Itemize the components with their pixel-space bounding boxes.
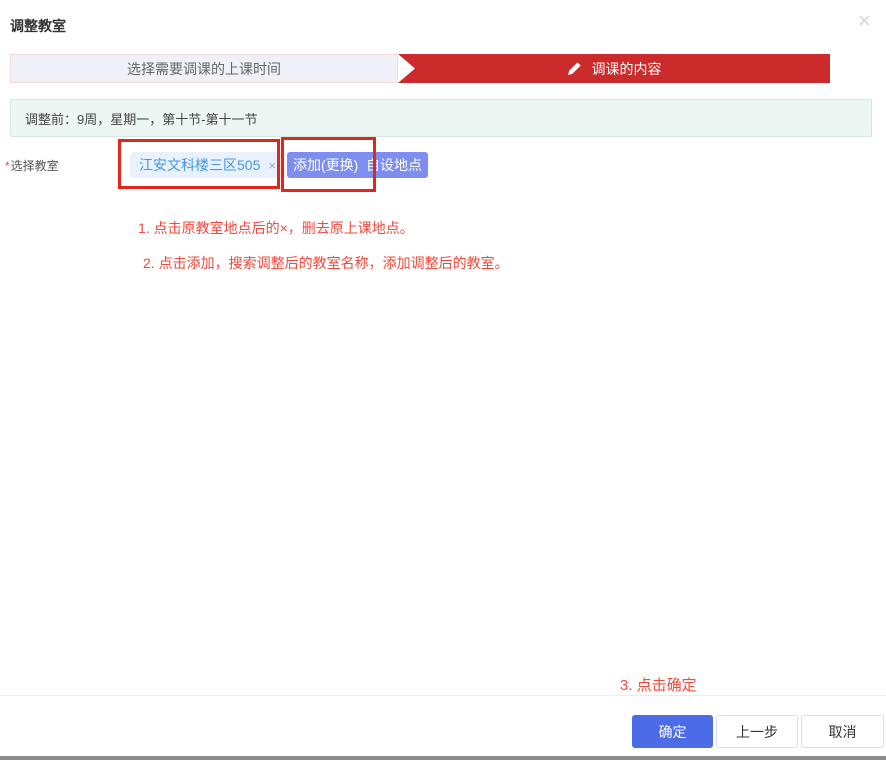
before-adjust-info-text: 调整前：9周，星期一，第十节-第十一节: [25, 109, 258, 128]
tag-remove-icon[interactable]: ×: [268, 158, 276, 173]
window-bottom-edge: [0, 756, 886, 760]
select-classroom-label-text: 选择教室: [11, 159, 59, 173]
adjust-classroom-dialog: 调整教室 × 选择需要调课的上课时间 调课的内容 调整前：9周，星期一，第十节-…: [0, 0, 886, 760]
annotation-note-2: 2. 点击添加，搜索调整后的教室名称，添加调整后的教室。: [143, 253, 509, 273]
step-select-time[interactable]: 选择需要调课的上课时间: [10, 54, 398, 83]
close-icon[interactable]: ×: [858, 10, 871, 32]
add-replace-button[interactable]: 添加(更换): [287, 152, 364, 178]
cancel-button[interactable]: 取消: [801, 715, 884, 748]
step-adjust-content[interactable]: 调课的内容: [398, 54, 830, 83]
step-select-time-label: 选择需要调课的上课时间: [127, 59, 281, 79]
classroom-tag: 江安文科楼三区505 ×: [130, 152, 285, 178]
confirm-button[interactable]: 确定: [632, 715, 713, 748]
dialog-title: 调整教室: [10, 16, 66, 36]
custom-location-button[interactable]: 自设地点: [360, 152, 428, 178]
previous-step-button[interactable]: 上一步: [716, 715, 798, 748]
step-adjust-content-label: 调课的内容: [592, 59, 662, 79]
footer-divider: [0, 695, 886, 696]
annotation-note-3: 3. 点击确定: [620, 674, 697, 695]
required-mark: *: [5, 159, 10, 173]
pencil-icon: [567, 61, 582, 76]
select-classroom-label: *选择教室: [5, 157, 59, 174]
before-adjust-info-bar: 调整前：9周，星期一，第十节-第十一节: [10, 99, 872, 137]
classroom-tag-text: 江安文科楼三区505: [139, 155, 260, 175]
annotation-note-1: 1. 点击原教室地点后的×，删去原上课地点。: [138, 218, 414, 238]
step-indicator: 选择需要调课的上课时间 调课的内容: [10, 54, 830, 83]
